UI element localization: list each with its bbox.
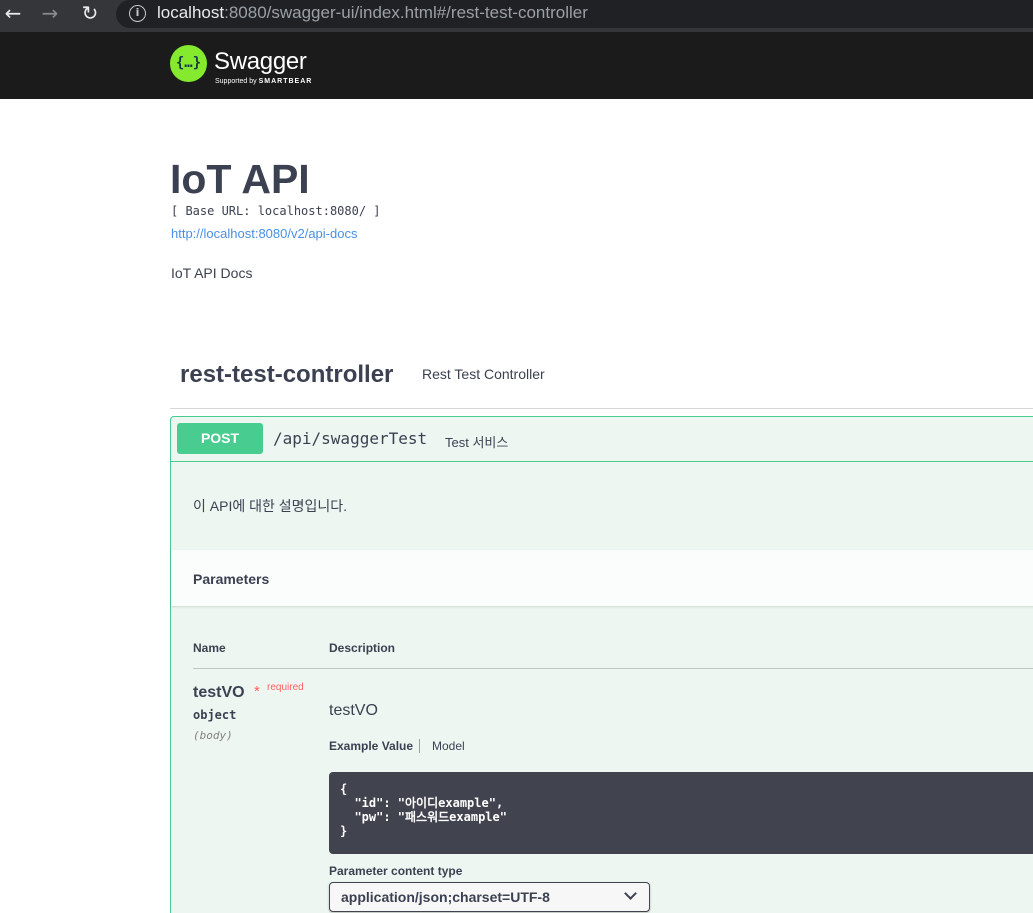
tag-header[interactable]: rest-test-controller Rest Test Controlle… <box>170 345 1033 409</box>
required-star: * <box>254 683 260 700</box>
swagger-topbar: {…} Swagger Supported by SMARTBEAR <box>0 32 1033 99</box>
param-description: testVO <box>329 702 378 719</box>
content-type-value: application/json;charset=UTF-8 <box>341 889 550 905</box>
operation-summary-text: Test 서비스 <box>445 435 509 450</box>
param-location: (body) <box>193 729 233 742</box>
content-type-select[interactable]: application/json;charset=UTF-8 <box>329 882 650 912</box>
tag-name: rest-test-controller <box>180 361 394 388</box>
tag-description: Rest Test Controller <box>422 366 545 382</box>
back-arrow-icon[interactable]: ← <box>1 2 25 26</box>
content-type-label: Parameter content type <box>329 864 463 878</box>
site-info-icon[interactable]: i <box>129 5 146 22</box>
example-value-box[interactable]: { "id": "아이디example", "pw": "패스워드example… <box>329 772 1033 854</box>
url-host: localhost <box>157 3 225 22</box>
tab-example-value[interactable]: Example Value <box>329 739 421 753</box>
api-description: IoT API Docs <box>171 265 253 281</box>
parameters-title: Parameters <box>193 571 270 587</box>
param-name: testVO <box>193 684 245 701</box>
operation-path: /api/swaggerTest <box>273 429 428 448</box>
logo-sub-prefix: Supported by <box>215 78 259 85</box>
swagger-logo-icon: {…} <box>170 45 207 82</box>
url-path: :8080/swagger-ui/index.html#/rest-test-c… <box>224 3 588 22</box>
api-title: IoT API <box>170 156 310 202</box>
base-url: [ Base URL: localhost:8080/ ] <box>171 204 381 218</box>
method-badge: POST <box>177 423 263 454</box>
api-docs-link[interactable]: http://localhost:8080/v2/api-docs <box>171 226 357 241</box>
browser-toolbar: ← → ↻ i localhost:8080/swagger-ui/index.… <box>0 0 1033 32</box>
divider <box>193 668 1033 669</box>
example-json: { "id": "아이디example", "pw": "패스워드example… <box>340 782 507 838</box>
operation-block: POST /api/swaggerTest Test 서비스 이 API에 대한… <box>170 416 1033 913</box>
column-header-name: Name <box>193 641 226 655</box>
operation-description: 이 API에 대한 설명입니다. <box>193 498 348 514</box>
address-bar[interactable]: i localhost:8080/swagger-ui/index.html#/… <box>116 0 1033 28</box>
operation-summary[interactable]: POST /api/swaggerTest Test 서비스 <box>171 417 1033 462</box>
swagger-logo-text: Swagger <box>214 48 307 75</box>
column-header-description: Description <box>329 641 396 655</box>
reload-icon[interactable]: ↻ <box>78 2 102 26</box>
swagger-logo-subtitle: Supported by SMARTBEAR <box>215 78 312 85</box>
chevron-down-icon <box>624 887 637 900</box>
tab-model[interactable]: Model <box>432 739 465 753</box>
parameters-header: Parameters <box>171 550 1033 606</box>
param-type: object <box>193 708 237 722</box>
logo-sub-brand: SMARTBEAR <box>258 78 313 85</box>
url-text[interactable]: localhost:8080/swagger-ui/index.html#/re… <box>157 3 588 23</box>
required-label: required <box>267 682 304 693</box>
forward-arrow-icon[interactable]: → <box>38 2 62 26</box>
swagger-logo[interactable]: {…} Swagger Supported by SMARTBEAR <box>170 44 340 88</box>
